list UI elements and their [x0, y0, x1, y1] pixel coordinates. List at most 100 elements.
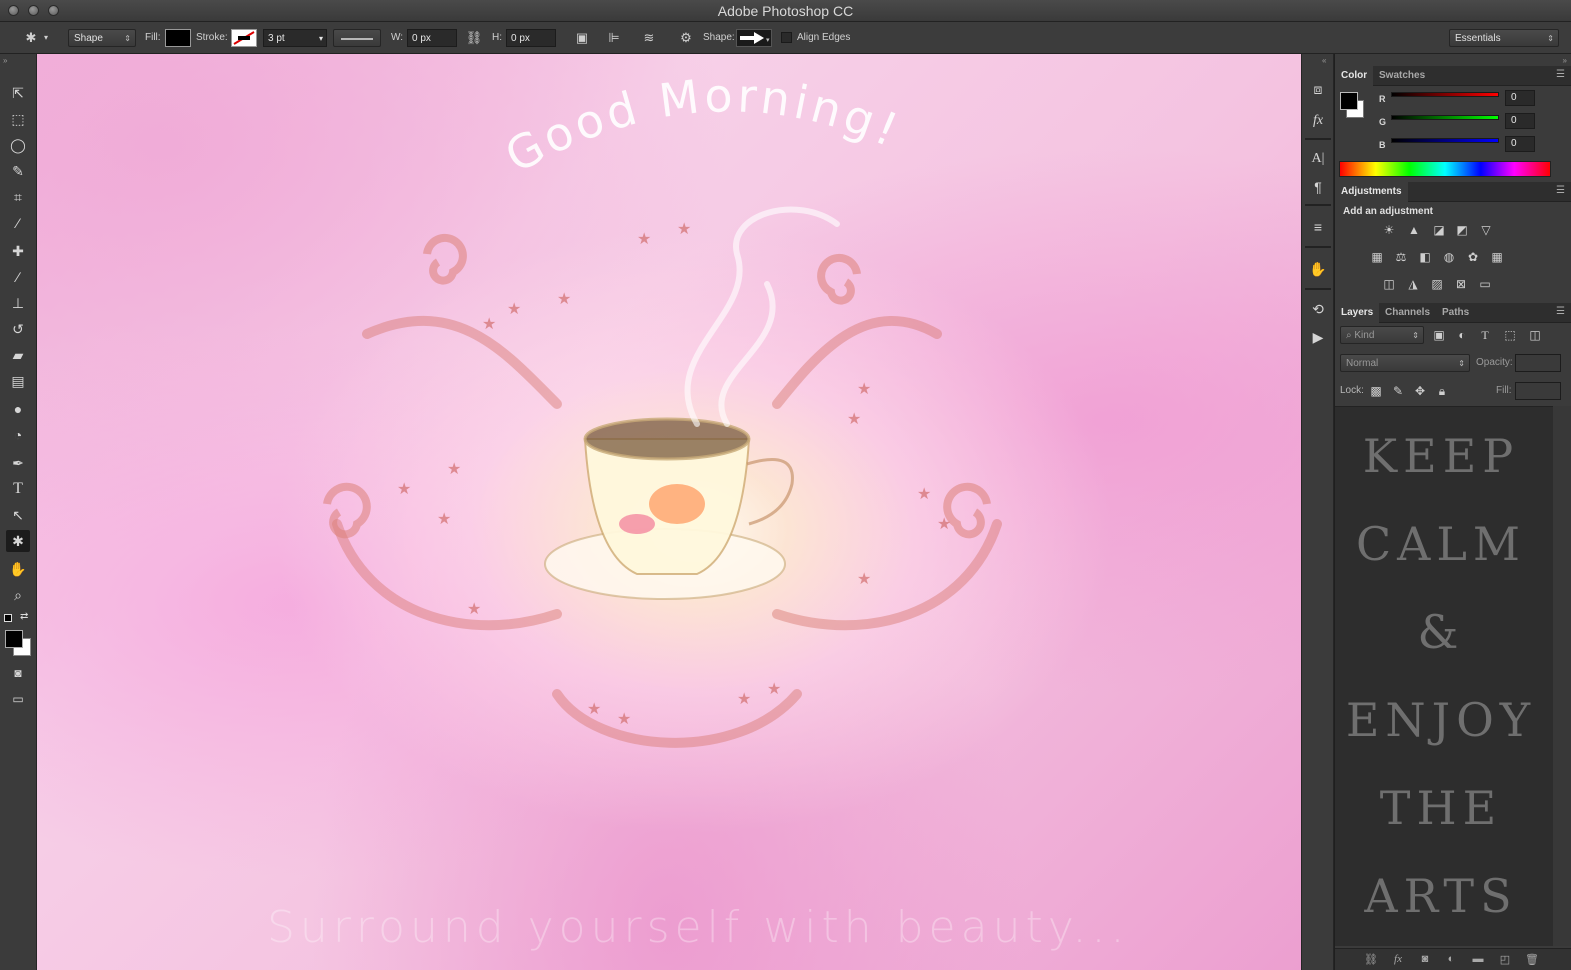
hand-tool-icon[interactable]: ✋ [6, 558, 30, 580]
default-colors-icon[interactable] [4, 614, 12, 622]
opacity-field[interactable] [1515, 354, 1561, 372]
preset-picker-chevron-icon[interactable]: ▾ [44, 29, 54, 47]
red-value-field[interactable]: 0 [1505, 90, 1535, 106]
color-panel-foreground-swatch[interactable] [1340, 92, 1358, 110]
blue-value-field[interactable]: 0 [1505, 136, 1535, 152]
brush-tool-icon[interactable]: ∕ [6, 266, 30, 288]
layers-scrollbar[interactable] [1553, 406, 1571, 946]
layer-filter-kind-dropdown[interactable]: ⌕ Kind ⇕ [1340, 326, 1424, 344]
document-canvas[interactable]: ★ ★ ★ ★ ★ ★ ★ ★ ★ ★ ★ ★ ★ ★ ★ ★ ★ ★ Good Morning! Su… [37, 54, 1301, 970]
tool-mode-dropdown[interactable]: Shape ⇕ [68, 29, 136, 47]
hue-saturation-icon[interactable]: ▦ [1368, 249, 1386, 265]
add-layer-style-icon[interactable]: fx [1390, 953, 1406, 967]
lasso-tool-icon[interactable]: ◯ [6, 134, 30, 156]
workspace-dropdown[interactable]: Essentials ⇕ [1449, 29, 1559, 47]
marquee-tool-icon[interactable]: ⬚ [6, 108, 30, 130]
vibrance-icon[interactable]: ▽ [1477, 222, 1495, 238]
layers-list[interactable]: KEEP CALM & ENJOY THE ARTS [1335, 406, 1553, 946]
tab-swatches[interactable]: Swatches [1373, 66, 1431, 86]
green-slider[interactable] [1391, 115, 1499, 120]
quick-mask-icon[interactable]: ◙ [6, 662, 30, 684]
green-value-field[interactable]: 0 [1505, 113, 1535, 129]
curves-icon[interactable]: ◪ [1430, 222, 1448, 238]
new-layer-icon[interactable]: ◰ [1497, 953, 1513, 967]
eraser-tool-icon[interactable]: ▰ [6, 344, 30, 366]
filter-type-icon[interactable]: T [1476, 327, 1494, 343]
collapse-toolbar-icon[interactable]: » [3, 56, 7, 65]
brush-presets-icon[interactable]: ≡ [1306, 216, 1330, 238]
tab-paths[interactable]: Paths [1436, 303, 1475, 323]
trash-icon[interactable]: 🗑︎ [1524, 953, 1540, 967]
zoom-tool-icon[interactable]: ⌕ [6, 584, 30, 606]
stroke-type-dropdown[interactable] [333, 29, 381, 47]
path-alignment-icon[interactable]: ⊫ [605, 29, 623, 47]
tab-channels[interactable]: Channels [1379, 303, 1436, 323]
quick-selection-tool-icon[interactable]: ✎ [6, 160, 30, 182]
tab-color[interactable]: Color [1335, 66, 1374, 86]
threshold-icon[interactable]: ▨ [1428, 276, 1446, 292]
custom-shape-tool-preset-icon[interactable]: ✱ [20, 29, 42, 47]
collapse-strip-icon[interactable]: « [1322, 56, 1326, 65]
stroke-width-field[interactable]: 3 pt ▾ [263, 29, 327, 47]
move-tool-icon[interactable]: ⇱ [6, 82, 30, 104]
history-icon[interactable]: ⟲ [1306, 298, 1330, 320]
filter-shape-icon[interactable]: ⬚ [1501, 327, 1519, 343]
shape-picker[interactable]: ▾ [736, 29, 772, 47]
path-arrangement-icon[interactable]: ≋ [640, 29, 658, 47]
gear-icon[interactable]: ⚙ [677, 29, 695, 47]
color-lookup-icon[interactable]: ▦ [1488, 249, 1506, 265]
tab-layers[interactable]: Layers [1335, 303, 1380, 323]
gradient-tool-icon[interactable]: ▤ [6, 370, 30, 392]
custom-shape-tool-icon[interactable]: ✱ [6, 530, 30, 552]
path-selection-tool-icon[interactable]: ↖ [6, 504, 30, 526]
align-edges-checkbox[interactable] [781, 32, 792, 43]
link-layers-icon[interactable]: ⛓ [1363, 953, 1379, 967]
collapse-panels-icon[interactable]: » [1563, 56, 1567, 65]
tab-adjustments[interactable]: Adjustments [1335, 182, 1408, 202]
channel-mixer-icon[interactable]: ✿ [1464, 249, 1482, 265]
type-tool-icon[interactable]: T [6, 478, 30, 500]
black-white-icon[interactable]: ◧ [1416, 249, 1434, 265]
foreground-color-swatch[interactable] [5, 630, 23, 648]
path-operations-icon[interactable]: ▣ [573, 29, 591, 47]
selective-color-icon[interactable]: ⊠ [1452, 276, 1470, 292]
exposure-icon[interactable]: ◩ [1453, 222, 1471, 238]
color-balance-icon[interactable]: ⚖ [1392, 249, 1410, 265]
new-adjustment-layer-icon[interactable]: ◐ [1443, 953, 1459, 967]
width-field[interactable]: 0 px [407, 29, 457, 47]
blue-slider[interactable] [1391, 138, 1499, 143]
history-brush-tool-icon[interactable]: ↺ [6, 318, 30, 340]
healing-brush-tool-icon[interactable]: ✚ [6, 240, 30, 262]
invert-icon[interactable]: ◫ [1380, 276, 1398, 292]
clone-stamp-tool-icon[interactable]: ⊥ [6, 292, 30, 314]
levels-icon[interactable]: ▲ [1405, 222, 1423, 238]
character-icon[interactable]: A| [1306, 148, 1330, 170]
link-icon[interactable]: ⛓ [465, 29, 483, 47]
lock-transparent-pixels-icon[interactable]: ▩ [1367, 383, 1385, 399]
panel-menu-icon[interactable]: ☰ [1556, 69, 1565, 80]
filter-adjustment-icon[interactable]: ◐ [1453, 327, 1471, 343]
posterize-icon[interactable]: ◮ [1404, 276, 1422, 292]
crop-tool-icon[interactable]: ⌗ [6, 186, 30, 208]
color-spectrum-bar[interactable] [1339, 161, 1551, 177]
brightness-contrast-icon[interactable]: ☀ [1380, 222, 1398, 238]
lock-all-icon[interactable]: 🔒︎ [1433, 383, 1451, 399]
layer-styles-icon[interactable]: fx [1306, 110, 1330, 132]
fill-field[interactable] [1515, 382, 1561, 400]
fill-swatch[interactable] [165, 29, 191, 47]
height-field[interactable]: 0 px [506, 29, 556, 47]
panel-menu-icon[interactable]: ☰ [1556, 185, 1565, 196]
filter-pixel-icon[interactable]: ▣ [1430, 327, 1448, 343]
red-slider[interactable] [1391, 92, 1499, 97]
lock-position-icon[interactable]: ✥ [1411, 383, 1429, 399]
panel-menu-icon[interactable]: ☰ [1556, 306, 1565, 317]
swap-colors-icon[interactable]: ⇄ [20, 611, 28, 622]
3d-icon[interactable]: ⧈ [1306, 78, 1330, 100]
screen-mode-icon[interactable]: ▭ [6, 688, 30, 710]
paragraph-icon[interactable]: ¶ [1306, 176, 1330, 198]
stroke-swatch[interactable] [231, 29, 257, 47]
dodge-tool-icon[interactable]: ◔ [6, 424, 30, 446]
new-group-icon[interactable]: ▬ [1470, 953, 1486, 967]
pen-tool-icon[interactable]: ✒ [6, 452, 30, 474]
filter-smart-object-icon[interactable]: ◫ [1526, 327, 1544, 343]
